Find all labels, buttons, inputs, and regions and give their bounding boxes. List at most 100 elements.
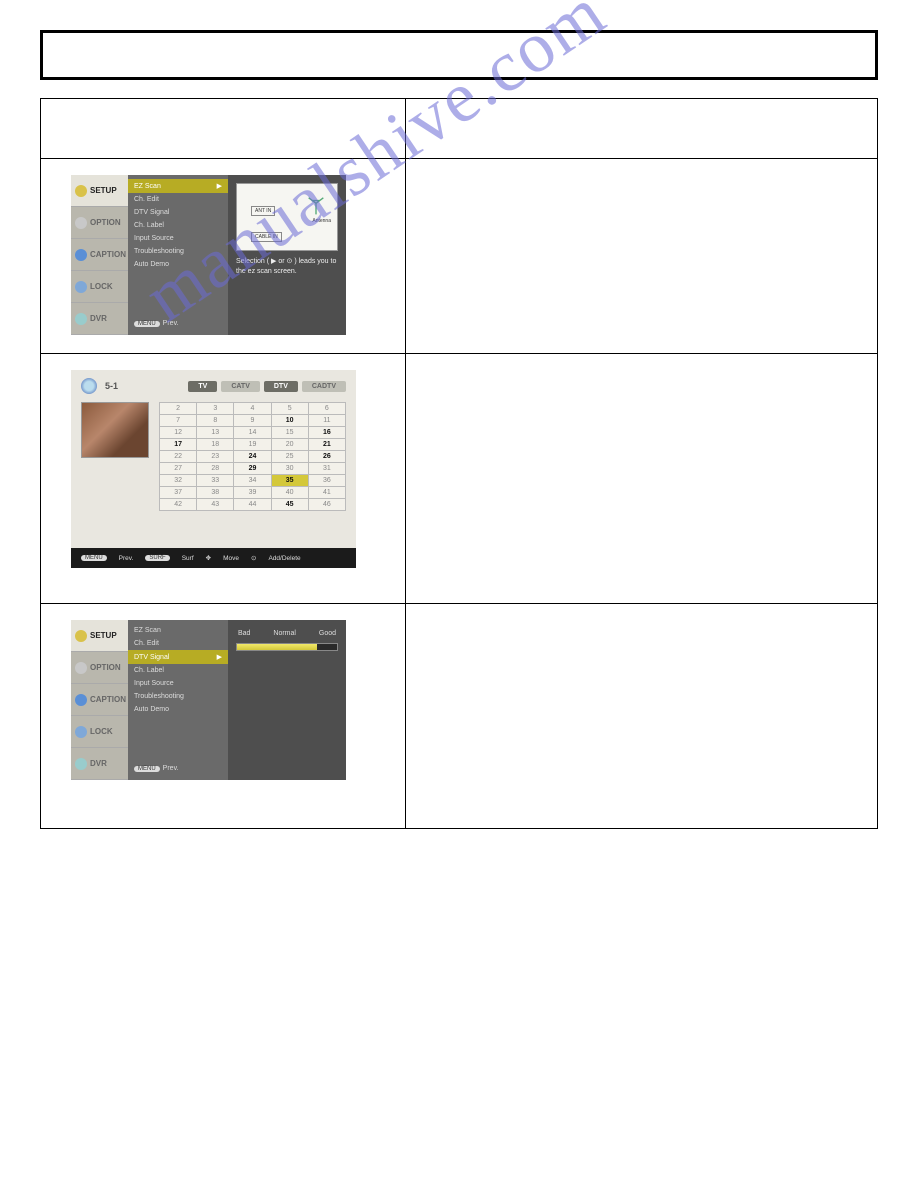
caption-icon	[75, 694, 87, 706]
menu-pill: MENU	[81, 555, 107, 561]
osd2-top: 5-1 TV CATV DTV CADTV	[71, 370, 356, 402]
globe-icon	[81, 378, 97, 394]
main-table: SETUP OPTION CAPTION LOCK DVR EZ Scan▶ C…	[40, 98, 878, 829]
channel-cell[interactable]: 37	[160, 487, 197, 499]
lock-icon	[75, 281, 87, 293]
prev-hint: MENUPrev.	[128, 761, 228, 776]
channel-cell[interactable]: 42	[160, 499, 197, 511]
channel-cell[interactable]: 9	[234, 415, 271, 427]
channel-cell[interactable]: 31	[308, 463, 345, 475]
hint-text: Selection ( ▶ or ⊙ ) leads you to the ez…	[236, 257, 338, 277]
menu-ezscan[interactable]: EZ Scan	[128, 624, 228, 637]
channel-cell[interactable]: 38	[197, 487, 234, 499]
channel-cell[interactable]: 33	[197, 475, 234, 487]
menu-chlabel[interactable]: Ch. Label	[128, 664, 228, 677]
prev-hint: MENUPrev.	[128, 316, 228, 331]
channel-cell[interactable]: 22	[160, 451, 197, 463]
tab-label: SETUP	[90, 631, 117, 640]
channel-cell[interactable]: 29	[234, 463, 271, 475]
channel-cell[interactable]: 39	[234, 487, 271, 499]
channel-cell[interactable]: 19	[234, 439, 271, 451]
channel-cell[interactable]: 34	[234, 475, 271, 487]
channel-number: 5-1	[105, 381, 118, 391]
channel-cell[interactable]: 3	[197, 403, 234, 415]
prev-text: Prev.	[163, 320, 179, 327]
channel-cell[interactable]: 18	[197, 439, 234, 451]
tab-catv[interactable]: CATV	[221, 381, 260, 392]
channel-cell[interactable]: 24	[234, 451, 271, 463]
preview-box: ANT IN CABLE IN Antenna	[236, 183, 338, 251]
channel-cell[interactable]: 41	[308, 487, 345, 499]
tab-dtv[interactable]: DTV	[264, 381, 298, 392]
channel-table: 2345678910111213141516171819202122232425…	[159, 402, 346, 511]
channel-cell[interactable]: 15	[271, 427, 308, 439]
lock-icon	[75, 726, 87, 738]
menu-ezscan[interactable]: EZ Scan▶	[128, 179, 228, 193]
channel-cell[interactable]: 35	[271, 475, 308, 487]
tab-lock[interactable]: LOCK	[71, 271, 128, 303]
channel-cell[interactable]: 43	[197, 499, 234, 511]
menu-inputsource[interactable]: Input Source	[128, 677, 228, 690]
menu-autodemo[interactable]: Auto Demo	[128, 703, 228, 716]
channel-cell[interactable]: 44	[234, 499, 271, 511]
tab-setup[interactable]: SETUP	[71, 620, 128, 652]
channel-cell[interactable]: 2	[160, 403, 197, 415]
channel-cell[interactable]: 13	[197, 427, 234, 439]
tab-dvr[interactable]: DVR	[71, 748, 128, 780]
cable-in-label: CABLE IN	[251, 232, 282, 242]
channel-cell[interactable]: 21	[308, 439, 345, 451]
tab-tv[interactable]: TV	[188, 381, 217, 392]
channel-cell[interactable]: 30	[271, 463, 308, 475]
channel-cell[interactable]: 11	[308, 415, 345, 427]
channel-cell[interactable]: 16	[308, 427, 345, 439]
menu-autodemo[interactable]: Auto Demo	[128, 258, 228, 271]
channel-cell[interactable]: 40	[271, 487, 308, 499]
tab-label: OPTION	[90, 218, 121, 227]
row3-left: SETUP OPTION CAPTION LOCK DVR EZ Scan Ch…	[41, 604, 406, 829]
channel-cell[interactable]: 12	[160, 427, 197, 439]
tab-option[interactable]: OPTION	[71, 652, 128, 684]
channel-cell[interactable]: 46	[308, 499, 345, 511]
osd1-menucol: EZ Scan▶ Ch. Edit DTV Signal Ch. Label I…	[128, 175, 228, 335]
channel-cell[interactable]: 14	[234, 427, 271, 439]
channel-cell[interactable]: 36	[308, 475, 345, 487]
channel-cell[interactable]: 26	[308, 451, 345, 463]
tab-setup[interactable]: SETUP	[71, 175, 128, 207]
menu-troubleshooting[interactable]: Troubleshooting	[128, 690, 228, 703]
tab-caption[interactable]: CAPTION	[71, 684, 128, 716]
channel-cell[interactable]: 32	[160, 475, 197, 487]
tab-dvr[interactable]: DVR	[71, 303, 128, 335]
channel-cell[interactable]: 25	[271, 451, 308, 463]
channel-cell[interactable]: 5	[271, 403, 308, 415]
menu-dtvsignal[interactable]: DTV Signal	[128, 206, 228, 219]
channel-cell[interactable]: 6	[308, 403, 345, 415]
tab-lock[interactable]: LOCK	[71, 716, 128, 748]
menu-dtvsignal[interactable]: DTV Signal▶	[128, 650, 228, 664]
antenna-text: Antenna	[312, 218, 331, 224]
menu-inputsource[interactable]: Input Source	[128, 232, 228, 245]
channel-cell[interactable]: 17	[160, 439, 197, 451]
channel-cell[interactable]: 20	[271, 439, 308, 451]
channel-cell[interactable]: 45	[271, 499, 308, 511]
tab-caption[interactable]: CAPTION	[71, 239, 128, 271]
disc-icon	[75, 758, 87, 770]
menu-chedit[interactable]: Ch. Edit	[128, 193, 228, 206]
menu-troubleshooting[interactable]: Troubleshooting	[128, 245, 228, 258]
menu-chlabel[interactable]: Ch. Label	[128, 219, 228, 232]
tab-label: CAPTION	[90, 695, 126, 704]
osd2-body: 2345678910111213141516171819202122232425…	[71, 402, 356, 511]
channel-cell[interactable]: 10	[271, 415, 308, 427]
signal-fill	[237, 644, 317, 650]
tab-label: LOCK	[90, 727, 113, 736]
channel-cell[interactable]: 28	[197, 463, 234, 475]
tab-option[interactable]: OPTION	[71, 207, 128, 239]
tab-cadtv[interactable]: CADTV	[302, 381, 346, 392]
menu-pill: MENU	[134, 321, 160, 327]
channel-cell[interactable]: 7	[160, 415, 197, 427]
channel-cell[interactable]: 27	[160, 463, 197, 475]
menu-chedit[interactable]: Ch. Edit	[128, 637, 228, 650]
channel-cell[interactable]: 23	[197, 451, 234, 463]
channel-cell[interactable]: 8	[197, 415, 234, 427]
tab-label: DVR	[90, 759, 107, 768]
channel-cell[interactable]: 4	[234, 403, 271, 415]
